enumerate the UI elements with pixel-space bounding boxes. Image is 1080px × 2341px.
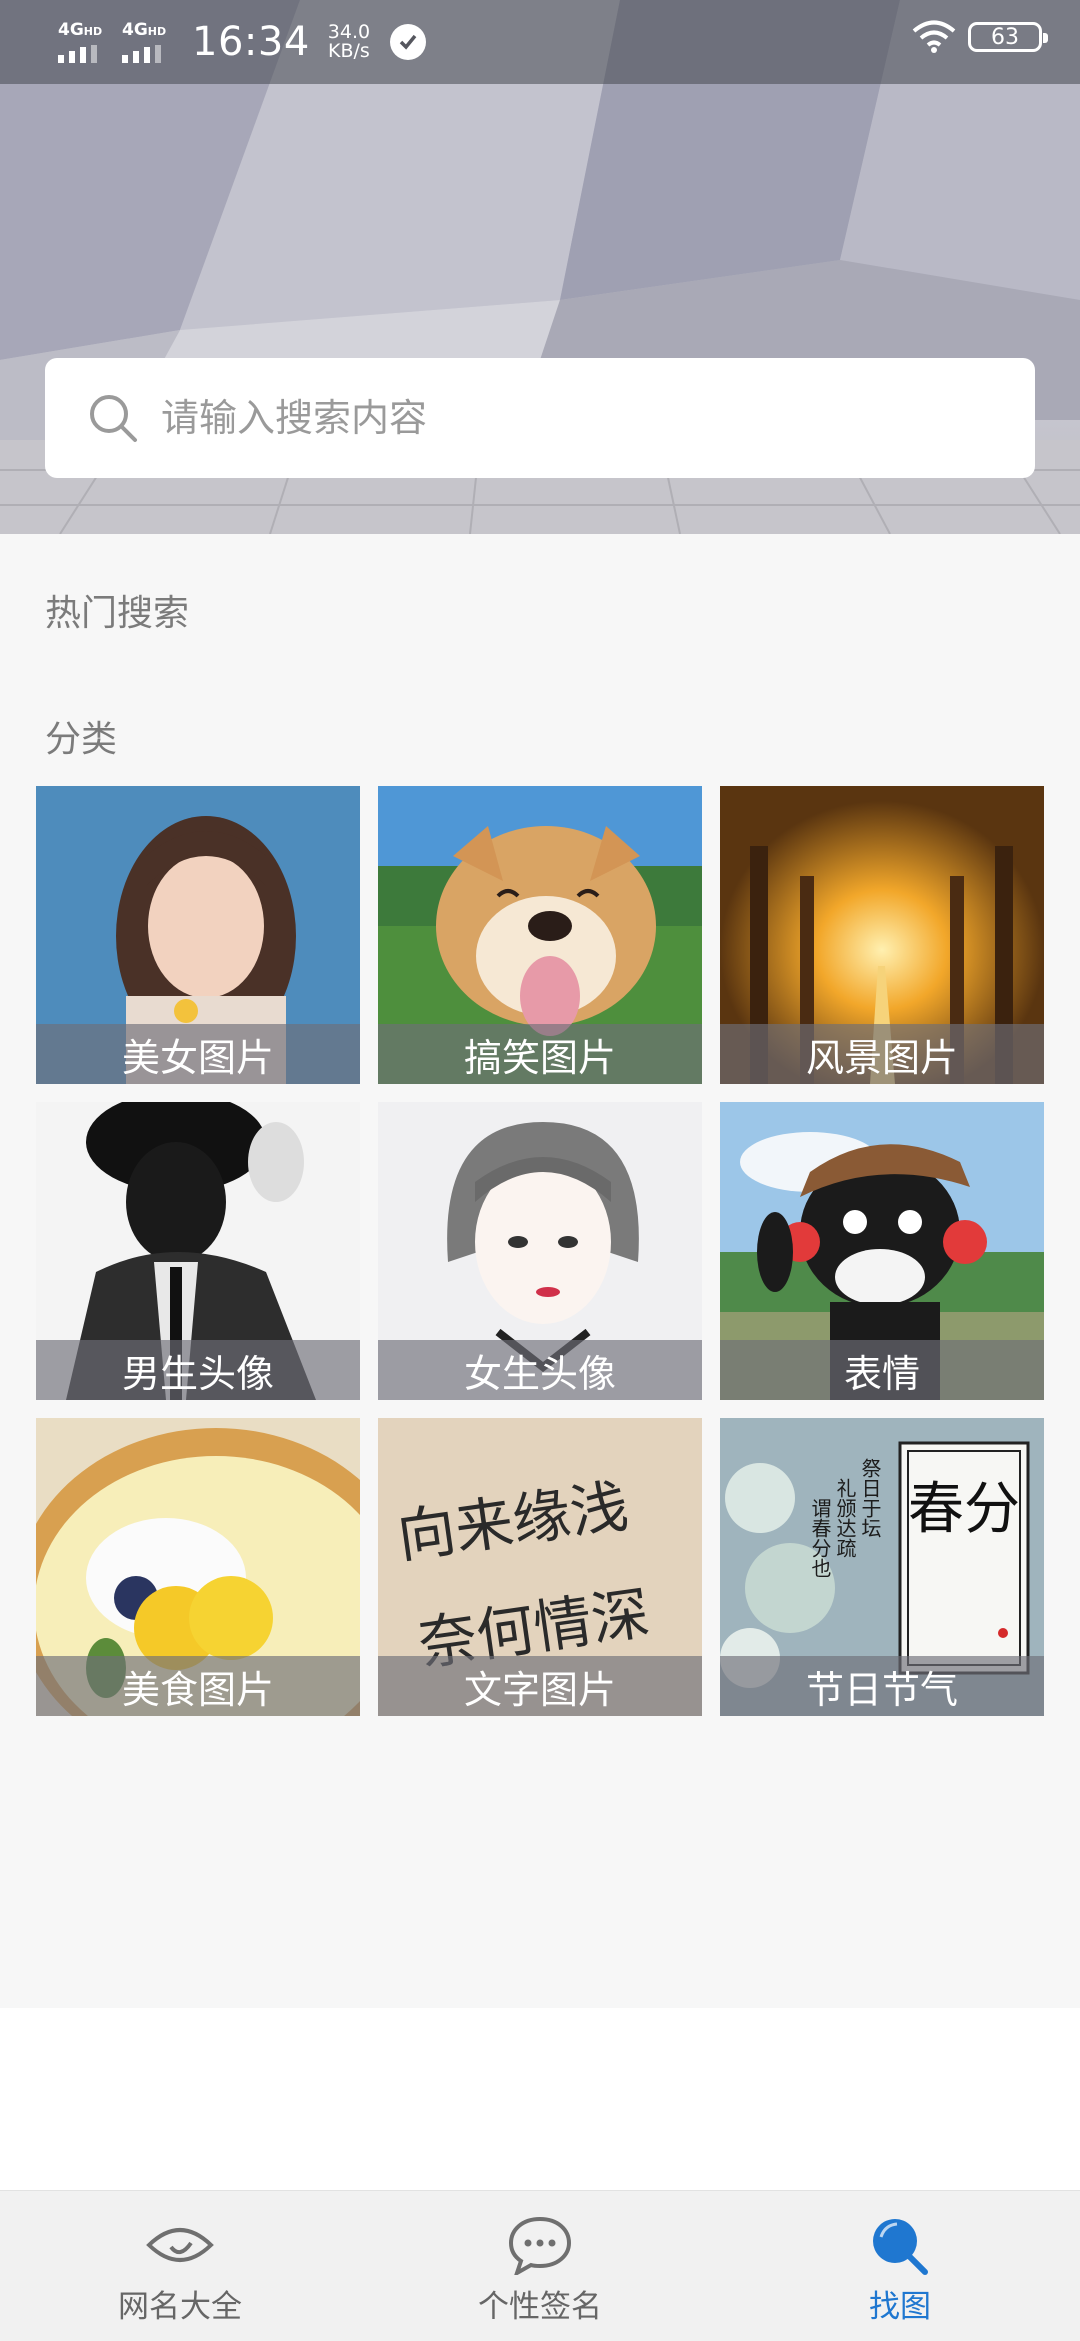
clock: 16:34 <box>192 19 310 65</box>
tab-label: 网名大全 <box>118 2289 242 2325</box>
spring-equinox-title: 春分 <box>908 1477 1020 1542</box>
battery-icon: 63 <box>968 22 1048 52</box>
eye-icon <box>146 2228 214 2262</box>
tile-caption: 风景图片 <box>720 1024 1044 1084</box>
status-bar: 4GHD 4GHD 16:34 34.0 KB/s 63 <box>0 0 1080 84</box>
tab-signature[interactable]: 个性签名 <box>360 2191 720 2341</box>
tab-label: 找图 <box>869 2289 931 2325</box>
category-tile-funny[interactable]: 搞笑图片 <box>378 786 702 1084</box>
tile-caption: 男生头像 <box>36 1340 360 1400</box>
hot-search-title: 热门搜索 <box>45 593 190 634</box>
search-icon <box>873 2219 928 2275</box>
tab-find-image[interactable]: 找图 <box>720 2191 1080 2341</box>
signal-sim1: 4GHD <box>58 21 108 63</box>
tile-caption: 女生头像 <box>378 1340 702 1400</box>
wifi-icon <box>912 20 956 53</box>
search-bar[interactable] <box>45 358 1035 478</box>
category-tile-emoji[interactable]: 表情 <box>720 1102 1044 1400</box>
category-tile-text[interactable]: 向来缘浅 奈何情深 文字图片 <box>378 1418 702 1716</box>
tab-nickname[interactable]: 网名大全 <box>0 2191 360 2341</box>
chat-bubble-icon <box>508 2216 572 2275</box>
main-content: 热门搜索 分类 美女图片 搞笑图片 风景图片 男生头像 女生头像 表情 美食图片… <box>0 534 1080 2008</box>
category-title: 分类 <box>45 719 118 760</box>
tile-caption: 节日节气 <box>720 1656 1044 1716</box>
tile-caption: 文字图片 <box>378 1656 702 1716</box>
tile-caption: 美食图片 <box>36 1656 360 1716</box>
poster-verse-3: 谓春分也 <box>808 1498 832 1578</box>
signal-sim2: 4GHD <box>122 21 172 63</box>
category-tile-male-avatar[interactable]: 男生头像 <box>36 1102 360 1400</box>
search-icon <box>90 395 137 442</box>
tab-label: 个性签名 <box>478 2289 602 2325</box>
tile-caption: 搞笑图片 <box>378 1024 702 1084</box>
tile-caption: 美女图片 <box>36 1024 360 1084</box>
category-tile-food[interactable]: 美食图片 <box>36 1418 360 1716</box>
tile-caption: 表情 <box>720 1340 1044 1400</box>
category-tile-festival[interactable]: 春分 祭日于坛 礼颁达疏 谓春分也 节日节气 <box>720 1418 1044 1716</box>
signal-bars-icon <box>122 45 161 63</box>
category-tile-female-avatar[interactable]: 女生头像 <box>378 1102 702 1400</box>
category-tile-scenery[interactable]: 风景图片 <box>720 786 1044 1084</box>
check-icon <box>390 24 427 60</box>
category-tile-beauty[interactable]: 美女图片 <box>36 786 360 1084</box>
poster-verse-2: 礼颁达疏 <box>833 1478 857 1558</box>
bottom-tab-bar: 网名大全 个性签名 找图 <box>0 2190 1080 2341</box>
signal-bars-icon <box>58 45 97 63</box>
search-input[interactable] <box>159 395 963 441</box>
poster-verse-1: 祭日于坛 <box>858 1458 882 1538</box>
network-speed: 34.0 KB/s <box>327 21 371 62</box>
